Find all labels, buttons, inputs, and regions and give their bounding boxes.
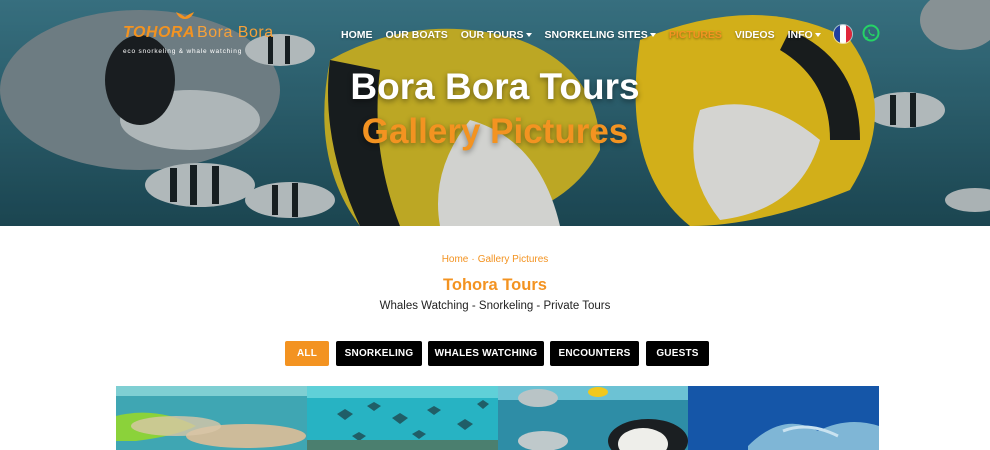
france-flag-icon[interactable]: [833, 24, 853, 44]
nav-item-home[interactable]: HOME: [341, 29, 373, 41]
caret-down-icon: [814, 33, 821, 37]
nav-item-snorkeling-sites[interactable]: SNORKELING SITES: [545, 29, 656, 41]
brand-name-light: Bora Bora: [197, 24, 274, 41]
gallery-photo-butterflyfish[interactable]: [497, 386, 689, 450]
brand-tagline: eco snorkeling & whale watching: [123, 48, 243, 55]
nav-item-our-boats[interactable]: OUR BOATS: [386, 29, 448, 41]
filter-all-button[interactable]: ALL: [285, 341, 329, 366]
nav-item-our-tours[interactable]: OUR TOURS: [461, 29, 532, 41]
hero-title: Bora Bora Tours: [350, 66, 640, 107]
caret-down-icon: [525, 33, 532, 37]
section-title: Tohora Tours: [443, 276, 547, 294]
nav-item-info[interactable]: INFO: [788, 29, 821, 41]
brand-logo[interactable]: TOHORA Bora Bora eco snorkeling & whale w…: [123, 10, 273, 58]
filter-snorkeling-button[interactable]: SNORKELING: [336, 341, 422, 366]
hero-banner: TOHORA Bora Bora eco snorkeling & whale w…: [0, 0, 990, 226]
breadcrumb-separator: ·: [471, 254, 475, 265]
filter-guests-button[interactable]: GUESTS: [646, 341, 709, 366]
breadcrumb-home-link[interactable]: Home: [442, 254, 469, 265]
breadcrumb-current: Gallery Pictures: [477, 254, 549, 265]
gallery-photo-manta-ray[interactable]: [688, 386, 879, 450]
brand-name: TOHORA Bora Bora: [123, 24, 274, 42]
nav-item-videos[interactable]: VIDEOS: [735, 29, 775, 41]
filter-whales-watching-button[interactable]: WHALES WATCHING: [428, 341, 544, 366]
photo-gallery: [116, 386, 879, 450]
brand-name-bold: TOHORA: [123, 24, 196, 41]
whatsapp-icon[interactable]: [862, 24, 880, 42]
section-subtitle: Whales Watching - Snorkeling - Private T…: [379, 300, 611, 312]
breadcrumb: Home · Gallery Pictures: [0, 254, 990, 265]
filter-encounters-button[interactable]: ENCOUNTERS: [550, 341, 639, 366]
hero-subtitle: Gallery Pictures: [361, 112, 629, 151]
gallery-photo-snorkeler[interactable]: [116, 386, 307, 450]
gallery-photo-stingrays[interactable]: [306, 386, 498, 450]
main-nav: HOME OUR BOATS OUR TOURS SNORKELING SITE…: [341, 29, 834, 41]
nav-item-pictures[interactable]: PICTURES: [669, 29, 722, 41]
caret-down-icon: [649, 33, 656, 37]
